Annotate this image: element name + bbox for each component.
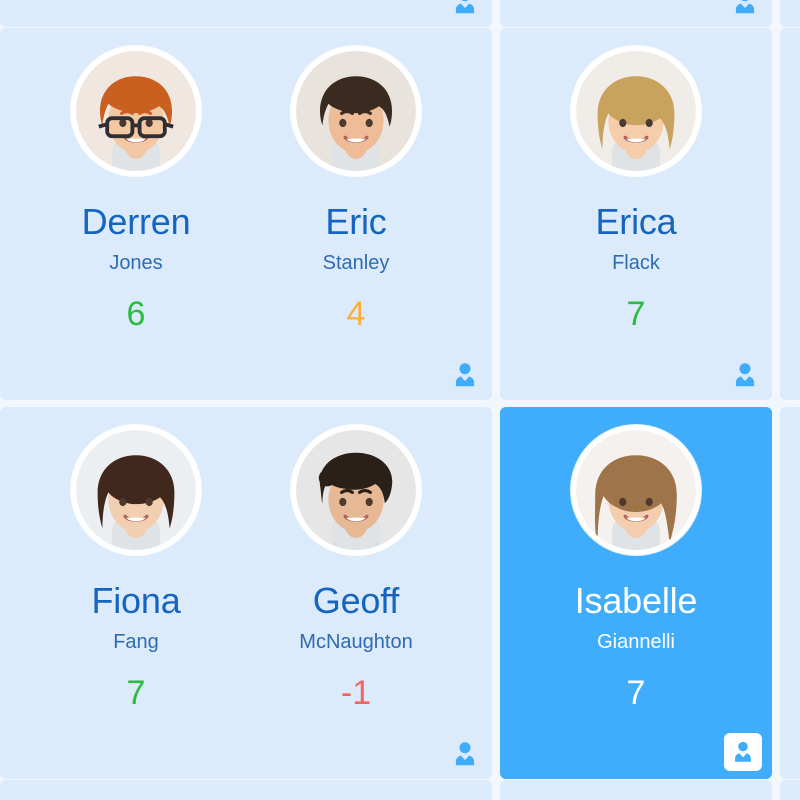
- student-last-name: McNaughton: [299, 631, 413, 653]
- avatar-fiona-fang: [71, 425, 201, 555]
- student-score: 4: [346, 295, 366, 333]
- student-score: 7: [626, 674, 646, 712]
- student-first-name: Eric: [325, 201, 387, 242]
- person-icon[interactable]: [450, 360, 480, 390]
- student-first-name: Geoff: [312, 580, 400, 621]
- student-card-partial-right-2[interactable]: [780, 407, 800, 779]
- avatar-derren-jones: [71, 46, 201, 176]
- student-card-partial-top-2[interactable]: [500, 0, 772, 27]
- student-first-name: Erica: [595, 201, 677, 242]
- student-first-name: Fiona: [91, 580, 181, 621]
- student-score: 7: [626, 295, 646, 333]
- student-card-erica-flack[interactable]: Erica Flack 7: [500, 28, 772, 400]
- person-icon[interactable]: [450, 0, 480, 17]
- avatar-erica-flack: [571, 46, 701, 176]
- student-last-name: Flack: [612, 252, 660, 274]
- student-last-name: Fang: [113, 631, 159, 653]
- student-card-isabelle-giannelli[interactable]: Isabelle Giannelli 7: [500, 407, 772, 779]
- student-card-grid: Derren Jones 6 Eric Stanley 4 Erica Flack 7 Fiona…: [0, 0, 800, 800]
- student-score: 7: [126, 674, 146, 712]
- avatar-eric-stanley: [291, 46, 421, 176]
- student-score: -1: [340, 674, 372, 712]
- student-score: 6: [126, 295, 146, 333]
- student-card-partial-bottom-2[interactable]: [500, 780, 772, 800]
- student-card-partial-top-1[interactable]: [220, 0, 492, 27]
- student-card-partial-bottom-1[interactable]: [220, 780, 492, 800]
- avatar-isabelle-giannelli: [571, 425, 701, 555]
- student-card-eric-stanley[interactable]: Eric Stanley 4: [220, 28, 492, 400]
- student-first-name: Isabelle: [574, 580, 698, 621]
- student-card-partial-right-1[interactable]: [780, 28, 800, 400]
- student-card-partial-right-0[interactable]: [780, 0, 800, 27]
- student-last-name: Jones: [109, 252, 163, 274]
- avatar-geoff-mcnaughton: [291, 425, 421, 555]
- student-last-name: Stanley: [322, 252, 390, 274]
- student-first-name: Derren: [81, 201, 191, 242]
- person-badge-selected-icon[interactable]: [724, 733, 762, 771]
- person-icon[interactable]: [730, 0, 760, 17]
- student-last-name: Giannelli: [597, 631, 675, 653]
- person-icon[interactable]: [450, 739, 480, 769]
- person-icon[interactable]: [730, 360, 760, 390]
- student-card-geoff-mcnaughton[interactable]: Geoff McNaughton -1: [220, 407, 492, 779]
- student-card-partial-right-3[interactable]: [780, 780, 800, 800]
